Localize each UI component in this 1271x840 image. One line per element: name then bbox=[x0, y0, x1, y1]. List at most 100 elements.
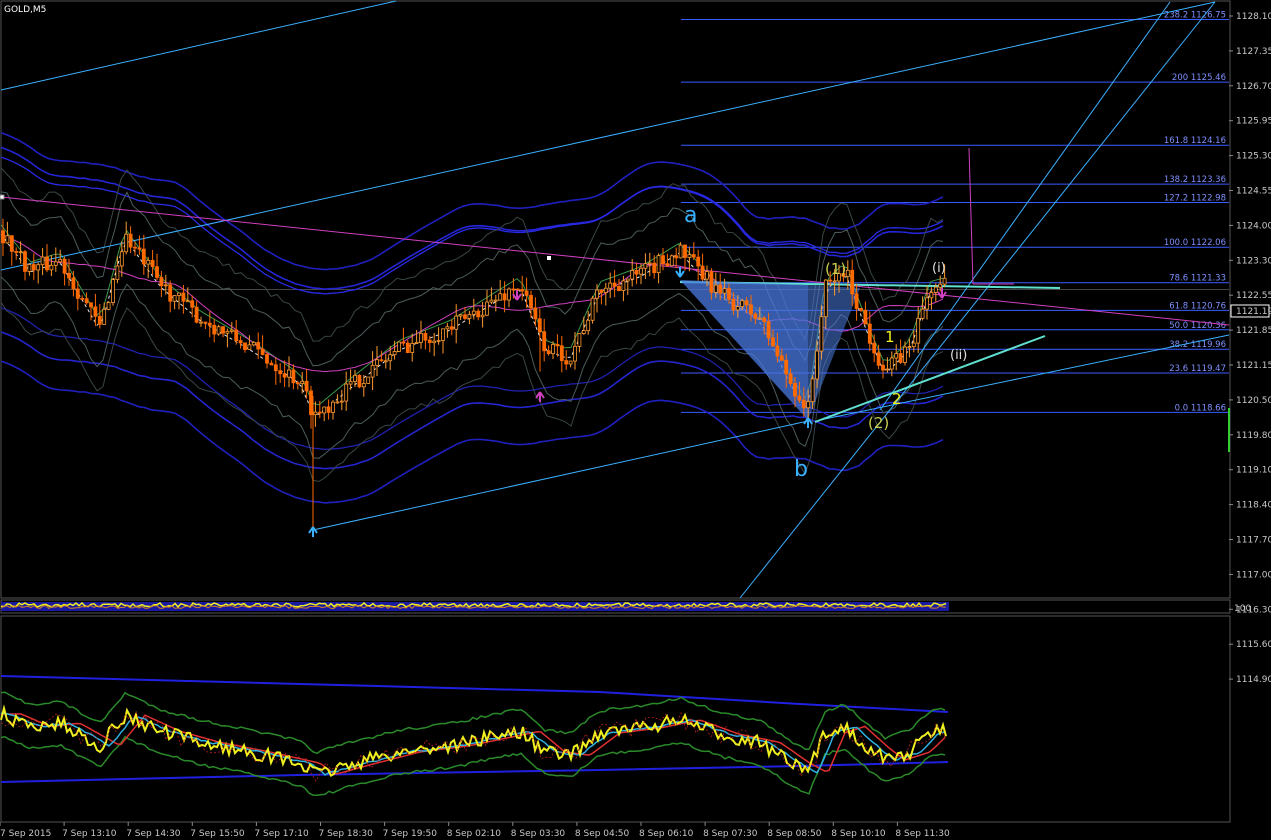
candle-body bbox=[216, 326, 221, 335]
candle-body bbox=[353, 374, 357, 382]
candle-body bbox=[304, 380, 309, 392]
candle-body bbox=[771, 337, 775, 347]
candle-body bbox=[801, 399, 806, 409]
candle-body bbox=[537, 318, 542, 333]
candle-body bbox=[546, 350, 551, 355]
candle-body bbox=[159, 277, 164, 287]
price-tick-label: 1128.10 bbox=[1236, 12, 1271, 22]
candle-body bbox=[388, 354, 393, 362]
candle-body bbox=[207, 322, 212, 326]
wave-label-ii: (ii) bbox=[950, 348, 967, 363]
candle-body bbox=[128, 233, 133, 248]
time-tick-label: 7 Sep 15:50 bbox=[190, 829, 245, 839]
candle-body bbox=[806, 401, 811, 409]
candle-body bbox=[568, 360, 573, 365]
candle-body bbox=[753, 313, 758, 319]
candle-body bbox=[872, 342, 877, 354]
main-chart-panel[interactable] bbox=[0, 0, 1231, 599]
candle-body bbox=[911, 342, 916, 348]
candle-body bbox=[300, 380, 305, 385]
candle-body bbox=[75, 288, 80, 299]
candle-body bbox=[405, 342, 410, 354]
candle-body bbox=[185, 300, 190, 303]
candle-body bbox=[529, 294, 533, 309]
price-tick-label: 1125.30 bbox=[1236, 152, 1271, 162]
time-tick-label: 7 Sep 19:50 bbox=[383, 829, 438, 839]
candle-body bbox=[458, 314, 463, 317]
candle-body bbox=[432, 340, 437, 344]
fib-level-label: 161.8 1124.16 bbox=[1164, 136, 1226, 146]
candle-body bbox=[705, 271, 709, 280]
candle-body bbox=[762, 317, 767, 322]
candle-body bbox=[573, 345, 577, 362]
candle-body bbox=[639, 267, 643, 275]
candle-body bbox=[335, 401, 340, 404]
candle-body bbox=[815, 350, 819, 380]
candle-body bbox=[111, 279, 115, 303]
price-tick-label: 1125.95 bbox=[1236, 117, 1271, 127]
price-tick-label: 1114.90 bbox=[1236, 675, 1271, 685]
candle-body bbox=[234, 329, 239, 341]
candle-body bbox=[1, 230, 5, 244]
candle-body bbox=[920, 308, 925, 319]
candle-body bbox=[599, 289, 604, 293]
time-tick-label: 8 Sep 11:30 bbox=[895, 829, 950, 839]
price-tick-label: 1122.55 bbox=[1236, 291, 1271, 301]
candle-body bbox=[859, 308, 863, 311]
candle-body bbox=[375, 359, 379, 366]
time-tick-label: 8 Sep 10:10 bbox=[831, 829, 886, 839]
candle-body bbox=[612, 282, 617, 287]
price-tick-label: 1115.60 bbox=[1236, 640, 1271, 650]
candle-body bbox=[581, 330, 586, 334]
candle-body bbox=[885, 368, 890, 371]
time-tick-label: 8 Sep 03:30 bbox=[511, 829, 566, 839]
candle-body bbox=[392, 351, 397, 356]
candle-body bbox=[168, 284, 173, 302]
candle-body bbox=[427, 339, 432, 344]
fib-level-label: 200 1125.46 bbox=[1172, 73, 1226, 83]
candle-body bbox=[590, 297, 595, 321]
fib-level-label: 50.0 1120.36 bbox=[1169, 321, 1226, 331]
candle-body bbox=[225, 330, 230, 334]
candle-body bbox=[929, 292, 934, 299]
fib-level-label: 238.2 1126.75 bbox=[1164, 10, 1226, 20]
candle-body bbox=[749, 304, 753, 315]
candle-body bbox=[938, 283, 943, 288]
candle-body bbox=[14, 251, 19, 253]
candle-body bbox=[845, 269, 850, 277]
price-tick-label: 1126.70 bbox=[1236, 82, 1271, 92]
candle-body bbox=[150, 259, 155, 268]
wave-label-1-paren: (1) bbox=[825, 260, 846, 278]
candle-body bbox=[23, 251, 27, 272]
candle-body bbox=[199, 321, 203, 324]
wave-label-b: b bbox=[794, 457, 808, 482]
wave-label-i: (i) bbox=[932, 261, 946, 276]
candle-body bbox=[542, 331, 547, 352]
candle-body bbox=[766, 321, 771, 339]
candle-body bbox=[652, 262, 657, 274]
candle-body bbox=[361, 383, 366, 388]
candle-body bbox=[106, 302, 111, 310]
candle-body bbox=[722, 288, 727, 294]
candle-body bbox=[595, 289, 599, 299]
candle-body bbox=[608, 282, 613, 289]
candle-body bbox=[441, 328, 445, 341]
time-tick-label: 7 Sep 18:30 bbox=[319, 829, 374, 839]
candle-body bbox=[700, 265, 705, 280]
candle-body bbox=[172, 295, 177, 302]
candle-body bbox=[691, 254, 696, 258]
candle-body bbox=[463, 314, 467, 319]
candle-body bbox=[449, 326, 454, 330]
candle-body bbox=[287, 369, 291, 378]
candle-body bbox=[436, 340, 441, 342]
candle-body bbox=[625, 278, 630, 282]
price-tick-label: 1121.85 bbox=[1236, 326, 1271, 336]
candle-body bbox=[322, 406, 327, 414]
candle-body bbox=[925, 297, 929, 310]
candle-body bbox=[647, 262, 652, 265]
candle-body bbox=[177, 292, 181, 296]
candle-body bbox=[326, 406, 331, 413]
fib-level-label: 23.6 1119.47 bbox=[1169, 364, 1226, 374]
oscillator-panel[interactable] bbox=[0, 615, 1231, 823]
chart-window[interactable]: 261.8 1127.55238.2 1126.75200 1125.46161… bbox=[0, 0, 1271, 840]
